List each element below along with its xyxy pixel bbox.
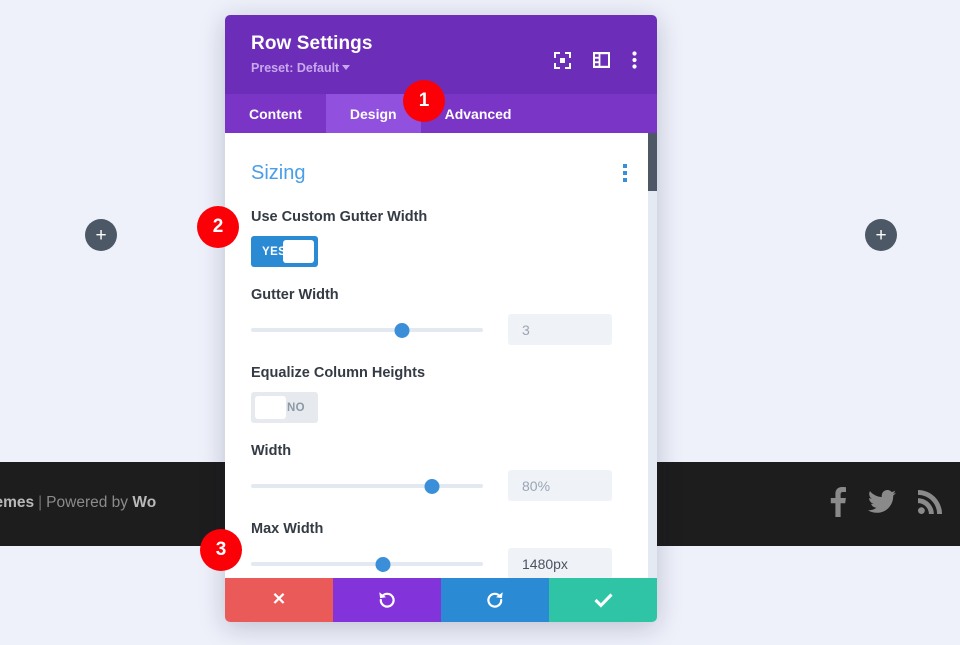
kebab-menu-icon[interactable]	[632, 51, 637, 69]
use-custom-gutter-width-toggle[interactable]: YES	[251, 236, 318, 267]
field-max-width: Max Width 1480px	[251, 521, 631, 578]
field-label: Width	[251, 443, 292, 459]
equalize-column-heights-toggle[interactable]: NO	[251, 392, 318, 423]
slider-track	[251, 483, 483, 488]
toggle-state-label: NO	[286, 401, 305, 414]
field-use-custom-gutter-width: Use Custom Gutter Width YES	[251, 209, 631, 267]
x-icon	[271, 592, 287, 608]
fullscreen-icon[interactable]	[554, 51, 571, 69]
slider-handle[interactable]	[424, 478, 440, 494]
modal-action-bar	[225, 578, 657, 622]
field-equalize-column-heights: Equalize Column Heights NO	[251, 365, 631, 423]
field-label: Max Width	[251, 521, 324, 537]
field-width: Width 80%	[251, 443, 631, 501]
kebab-dot	[623, 178, 627, 182]
check-icon	[593, 592, 613, 608]
plus-icon: +	[875, 224, 887, 246]
screen-root: ant Themes|Powered by Wo + + Row Setting…	[0, 0, 960, 645]
chevron-down-icon	[342, 65, 351, 71]
slider-handle[interactable]	[394, 322, 410, 338]
width-control-row: 80%	[251, 470, 631, 501]
width-input[interactable]: 80%	[508, 470, 612, 501]
annotation-badge-2: 2	[197, 206, 239, 248]
footer-social-links	[830, 487, 942, 517]
preset-label: Preset: Default	[251, 61, 340, 75]
section-title: Sizing	[251, 161, 306, 184]
scrollbar-thumb[interactable]	[648, 133, 657, 191]
footer-brand-elegant-themes: ant Themes	[0, 494, 35, 511]
width-slider[interactable]	[251, 477, 483, 495]
slider-track	[251, 561, 483, 566]
annotation-badge-1: 1	[403, 80, 445, 122]
input-value: 3	[522, 321, 530, 338]
add-module-right-button[interactable]: +	[865, 219, 897, 251]
close-button[interactable]	[225, 578, 333, 622]
tab-label: Content	[249, 105, 302, 122]
field-gutter-width: Gutter Width 3	[251, 287, 631, 345]
sizing-section-header: Sizing	[251, 133, 631, 189]
footer-brand-wordpress: Wo	[132, 494, 157, 511]
max-width-input[interactable]: 1480px	[508, 548, 612, 578]
input-value: 1480px	[522, 555, 568, 572]
tab-label: Advanced	[444, 105, 512, 122]
gutter-width-slider[interactable]	[251, 321, 483, 339]
tab-label: Design	[349, 105, 397, 122]
gutter-width-input[interactable]: 3	[508, 314, 612, 345]
footer-powered-by-label: Powered by	[46, 494, 129, 511]
field-label: Use Custom Gutter Width	[251, 209, 428, 225]
redo-icon	[485, 590, 505, 610]
kebab-menu-icon[interactable]	[619, 161, 631, 185]
layout-view-icon[interactable]	[593, 52, 610, 68]
facebook-icon[interactable]	[830, 487, 846, 517]
undo-icon	[377, 590, 397, 610]
modal-body: Sizing Use Custom Gutter Width YES Gutte…	[225, 133, 657, 578]
max-width-slider[interactable]	[251, 555, 483, 573]
slider-handle[interactable]	[375, 556, 391, 572]
annotation-badge-3: 3	[200, 529, 242, 571]
kebab-dot	[623, 171, 627, 175]
slider-track	[251, 327, 483, 332]
plus-icon: +	[95, 224, 107, 246]
save-button[interactable]	[549, 578, 657, 622]
tab-content[interactable]: Content	[225, 94, 326, 133]
field-label: Equalize Column Heights	[251, 365, 426, 381]
modal-header-actions	[554, 51, 637, 69]
badge-number: 3	[215, 539, 227, 560]
modal-header: Row Settings Preset: Default	[225, 15, 657, 94]
input-value: 80%	[522, 477, 551, 494]
toggle-knob	[283, 240, 314, 263]
badge-number: 2	[212, 216, 224, 237]
footer-separator: |	[38, 494, 43, 511]
modal-scrollbar[interactable]	[648, 133, 657, 578]
twitter-icon[interactable]	[868, 490, 896, 514]
add-module-left-button[interactable]: +	[85, 219, 117, 251]
badge-number: 1	[418, 90, 430, 111]
max-width-control-row: 1480px	[251, 548, 631, 578]
redo-button[interactable]	[441, 578, 549, 622]
rss-icon[interactable]	[918, 490, 942, 514]
kebab-dot	[623, 164, 627, 168]
undo-button[interactable]	[333, 578, 441, 622]
gutter-width-control-row: 3	[251, 314, 631, 345]
field-label: Gutter Width	[251, 287, 339, 303]
toggle-knob	[255, 396, 286, 419]
